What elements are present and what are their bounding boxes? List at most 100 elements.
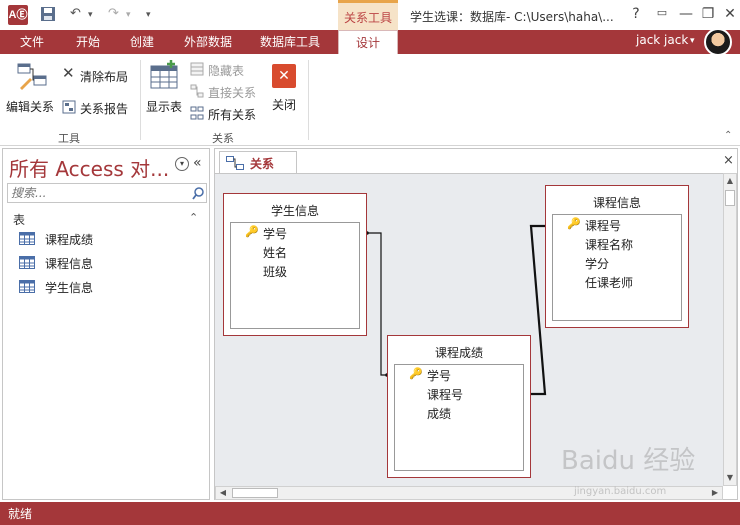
vertical-scrollbar[interactable]: ▲ ▼ (723, 173, 737, 486)
save-icon[interactable] (40, 6, 56, 26)
list-item-label: 课程成绩 (45, 233, 94, 247)
table-icon (19, 232, 35, 245)
table-field-list[interactable]: 🔑 学号 姓名 班级 (230, 222, 360, 329)
field-item[interactable]: 学分 (585, 255, 609, 272)
table-field-list[interactable]: 🔑 课程号 课程名称 学分 任课老师 (552, 214, 682, 321)
relationship-line-student-score (367, 232, 387, 376)
clear-layout-icon: ✕ (62, 64, 75, 82)
undo-dropdown-icon[interactable]: ▾ (88, 10, 93, 20)
close-document-button[interactable]: × (723, 153, 734, 168)
minimize-button[interactable]: — (676, 6, 696, 22)
ribbon-tab-bar: 文件 开始 创建 外部数据 数据库工具 设计 jack jack ▾ (0, 30, 740, 55)
search-input[interactable] (8, 184, 188, 202)
help-button[interactable]: ? (626, 6, 646, 22)
table-icon (19, 280, 35, 293)
list-item[interactable]: 课程成绩 (17, 229, 197, 249)
status-bar: 就绪 (0, 502, 740, 525)
relationships-canvas[interactable]: 学生信息 🔑 学号 姓名 班级 课程成绩 🔑 学号 课程号 成绩 课程信息 🔑 (215, 173, 723, 486)
field-item[interactable]: 学号 (427, 367, 451, 384)
scroll-down-icon[interactable]: ▼ (724, 471, 736, 485)
table-box-course-score[interactable]: 课程成绩 🔑 学号 课程号 成绩 (387, 335, 531, 478)
all-relationships-button[interactable]: 所有关系 (188, 104, 262, 122)
access-app-icon[interactable]: AⒺ (8, 5, 28, 25)
scroll-up-icon[interactable]: ▲ (724, 174, 736, 188)
field-item[interactable]: 课程号 (585, 217, 621, 234)
tab-home[interactable]: 开始 (68, 30, 108, 54)
table-box-title: 课程成绩 (434, 346, 483, 360)
ribbon-separator (140, 60, 141, 140)
table-box-student-info[interactable]: 学生信息 🔑 学号 姓名 班级 (223, 193, 367, 336)
hide-table-button[interactable]: 隐藏表 (188, 60, 262, 78)
direct-relationships-icon (190, 84, 204, 98)
document-tab-relationships[interactable]: 关系 (219, 151, 297, 173)
search-icon[interactable] (192, 187, 205, 200)
list-item[interactable]: 学生信息 (17, 277, 197, 297)
relationship-tools-context-label: 关系工具 (338, 0, 398, 30)
show-table-icon (150, 60, 178, 89)
redo-icon[interactable]: ↷ (108, 6, 119, 21)
shutter-bar-close-icon[interactable]: « (193, 155, 202, 171)
tab-external-data[interactable]: 外部数据 (176, 30, 240, 54)
table-field-list[interactable]: 🔑 学号 课程号 成绩 (394, 364, 524, 471)
scroll-right-icon[interactable]: ▶ (708, 487, 722, 499)
edit-relationships-icon (17, 63, 47, 90)
field-item[interactable]: 学号 (263, 225, 287, 242)
field-item[interactable]: 班级 (263, 263, 287, 280)
status-text: 就绪 (8, 507, 33, 521)
title-bar: AⒺ ↶ ▾ ↷ ▾ ▾ 关系工具 学生选课：数据库- C:\Users\hah… (0, 0, 740, 30)
tab-design[interactable]: 设计 (338, 30, 398, 55)
edit-relationships-button[interactable]: 编辑关系 (6, 58, 58, 120)
ribbon-separator (308, 60, 309, 140)
field-item[interactable]: 课程名称 (585, 236, 633, 253)
table-icon (19, 256, 35, 269)
primary-key-icon: 🔑 (245, 225, 259, 238)
collapse-ribbon-icon[interactable]: ⌃ (724, 130, 732, 141)
scroll-left-icon[interactable]: ◀ (216, 487, 230, 499)
show-table-button[interactable]: 显示表 (146, 58, 186, 120)
nav-menu-dropdown-icon[interactable]: ▾ (175, 157, 189, 171)
clear-layout-label: 清除布局 (80, 70, 129, 84)
table-box-course-info[interactable]: 课程信息 🔑 课程号 课程名称 学分 任课老师 (545, 185, 689, 328)
list-item-label: 课程信息 (45, 257, 94, 271)
undo-icon[interactable]: ↶ (70, 6, 81, 21)
show-table-label: 显示表 (146, 100, 183, 114)
field-item[interactable]: 任课老师 (585, 274, 633, 291)
clear-layout-button[interactable]: ✕ 清除布局 (60, 64, 138, 84)
relationship-report-icon (62, 100, 76, 114)
section-collapse-icon[interactable]: ⌃ (189, 211, 198, 224)
redo-dropdown-icon[interactable]: ▾ (126, 10, 131, 20)
primary-key-icon: 🔑 (567, 217, 581, 230)
tab-database-tools[interactable]: 数据库工具 (252, 30, 328, 54)
ribbon-display-options-button[interactable]: ▭ (652, 6, 672, 19)
scroll-thumb[interactable] (232, 488, 278, 498)
user-account-name[interactable]: jack jack (636, 33, 688, 47)
relationships-group-label: 关系 (212, 132, 234, 145)
relationship-report-button[interactable]: 关系报告 (60, 98, 138, 116)
watermark: Baidu 经验 (561, 446, 696, 476)
watermark-url: jingyan.baidu.com (574, 486, 667, 497)
field-item[interactable]: 姓名 (263, 244, 287, 261)
all-relationships-icon (190, 106, 204, 120)
relationships-document: 关系 × 学生信息 🔑 学号 姓名 班级 课程成绩 🔑 学号 课程号 成绩 课程… (214, 148, 738, 500)
close-relationships-button[interactable]: ✕ 关闭 (270, 62, 300, 120)
direct-relationships-button[interactable]: 直接关系 (188, 82, 262, 100)
navigation-pane-title[interactable]: 所有 Access 对... (9, 153, 169, 182)
field-item[interactable]: 课程号 (427, 386, 463, 403)
tables-section-header[interactable]: 表 (13, 211, 25, 228)
scroll-thumb[interactable] (725, 190, 735, 206)
tab-create[interactable]: 创建 (122, 30, 162, 54)
field-item[interactable]: 成绩 (427, 405, 451, 422)
relationships-tab-icon (226, 156, 244, 170)
ribbon-panel: 编辑关系 ✕ 清除布局 关系报告 工具 显示表 隐藏表 直接关系 所有关系 ✕ (0, 54, 740, 146)
avatar[interactable] (704, 28, 732, 56)
relationship-line-course-score (529, 224, 547, 396)
close-relationships-label: 关闭 (272, 98, 297, 112)
tab-file[interactable]: 文件 (8, 30, 56, 54)
relationship-report-label: 关系报告 (80, 102, 129, 116)
close-window-button[interactable]: ✕ (720, 6, 740, 22)
list-item[interactable]: 课程信息 (17, 253, 197, 273)
customize-toolbar-icon[interactable]: ▾ (146, 10, 151, 20)
account-dropdown-icon[interactable]: ▾ (690, 36, 695, 46)
table-box-title: 学生信息 (270, 204, 319, 218)
restore-button[interactable]: ❐ (698, 6, 718, 22)
